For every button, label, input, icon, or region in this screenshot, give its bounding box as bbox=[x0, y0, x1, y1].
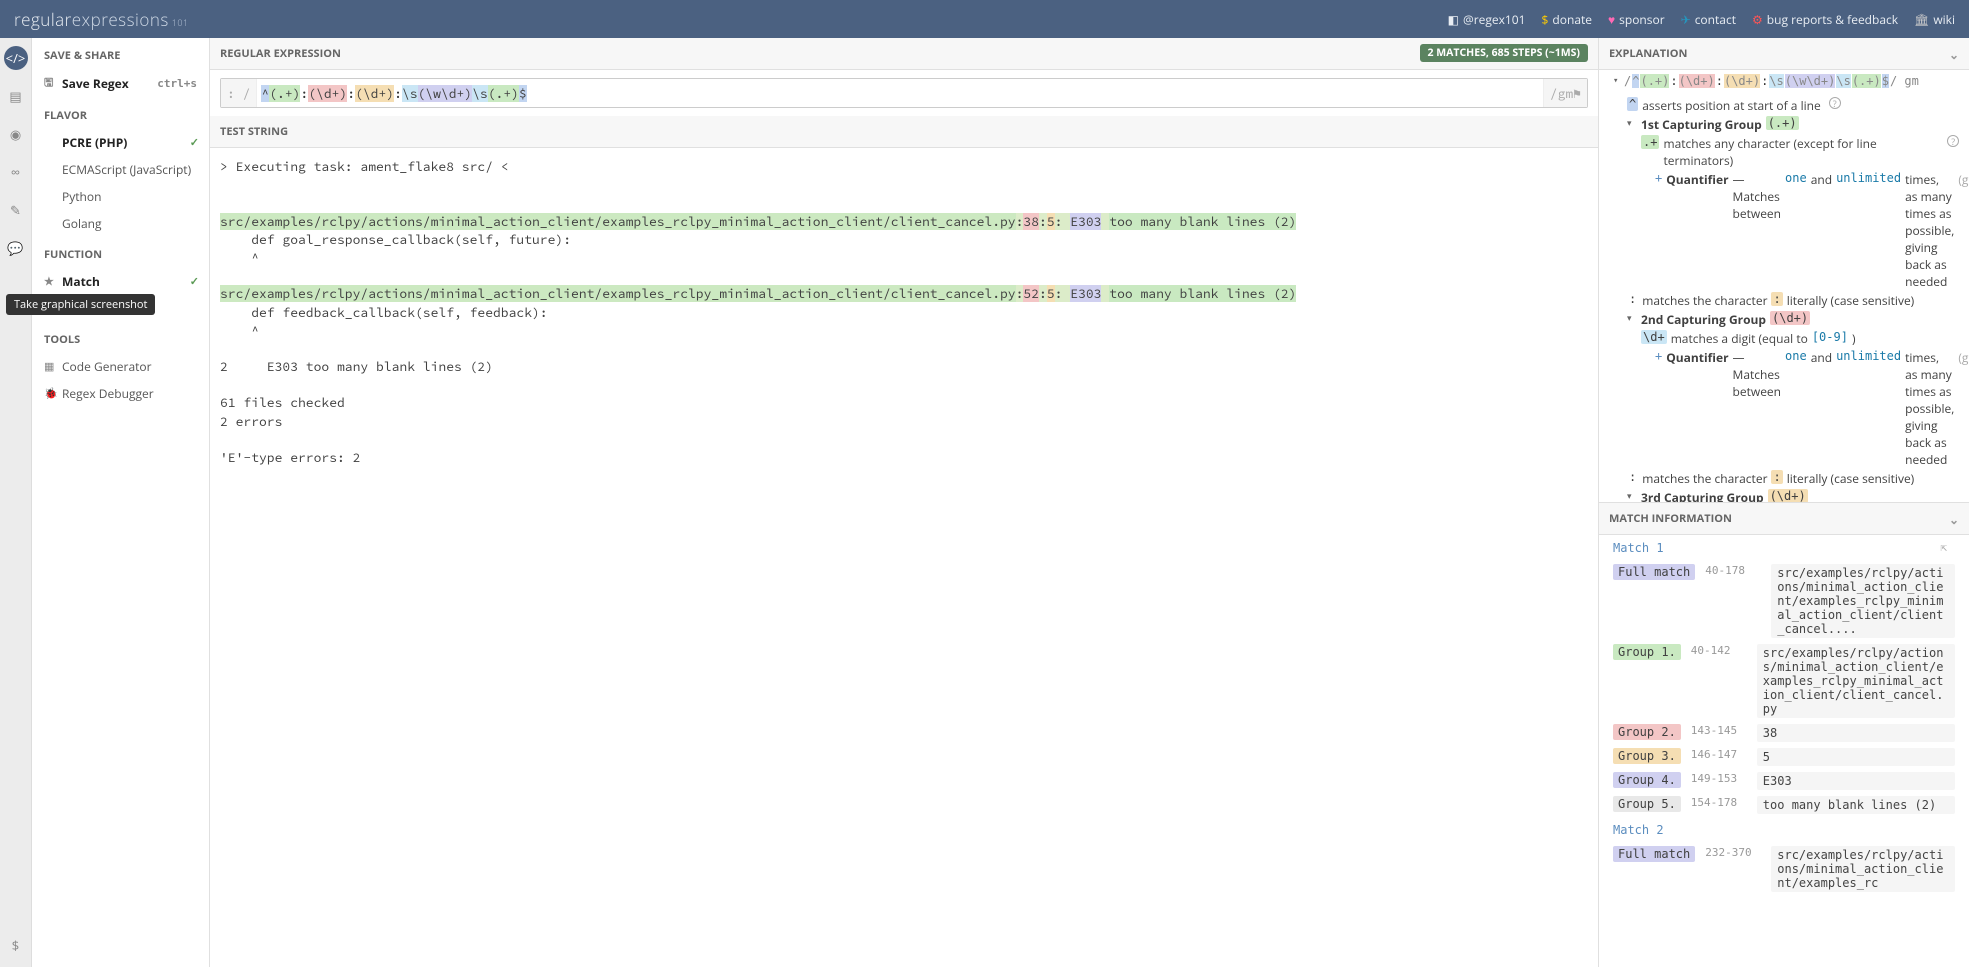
section-title-tools: TOOLS bbox=[32, 322, 209, 353]
regex-token: \s bbox=[402, 85, 418, 102]
sidebar-item-ecmascript-javascript-[interactable]: ECMAScript (JavaScript) bbox=[32, 156, 209, 183]
app-header: regularexpressions101 ◧ @regex101 $ donat… bbox=[0, 0, 1969, 38]
quiz-icon[interactable]: ∞ bbox=[4, 160, 28, 184]
sidebar-item-regex-debugger[interactable]: 🐞Regex Debugger bbox=[32, 380, 209, 407]
screenshot-tooltip: Take graphical screenshot bbox=[6, 294, 155, 315]
match-row: Group 2.143-14538 bbox=[1599, 721, 1969, 745]
regex-editor-icon[interactable]: </> bbox=[4, 46, 28, 70]
match-row: Full match232-370src/examples/rclpy/acti… bbox=[1599, 843, 1969, 895]
regex-token: \s bbox=[472, 85, 488, 102]
explanation-pane: EXPLANATION⌄ ▾ / ^(.+):(\d+):(\d+):\s(\w… bbox=[1599, 38, 1969, 503]
regex-input-bar[interactable]: : / ^(.+):(\d+):(\d+):\s(\w\d+)\s(.+)$ /… bbox=[220, 78, 1588, 108]
regex-token: : bbox=[347, 85, 355, 102]
sidebar-item-golang[interactable]: Golang bbox=[32, 210, 209, 237]
sidebar-item-code-generator[interactable]: ▦Code Generator bbox=[32, 353, 209, 380]
section-title-save: SAVE & SHARE bbox=[32, 38, 209, 69]
section-title-flavor: FLAVOR bbox=[32, 98, 209, 129]
header-link--regex101[interactable]: ◧ @regex101 bbox=[1448, 11, 1526, 28]
chat-icon[interactable]: 💬 bbox=[4, 236, 28, 260]
library-icon[interactable]: ▤ bbox=[4, 84, 28, 108]
regex-token: (.+) bbox=[488, 85, 519, 102]
header-link-donate[interactable]: $ donate bbox=[1542, 11, 1592, 28]
sidebar-item-match[interactable]: ★Match✓ bbox=[32, 268, 209, 295]
regex-token: (\d+) bbox=[355, 85, 394, 102]
header-link-contact[interactable]: ✈ contact bbox=[1681, 11, 1736, 28]
export-icon[interactable]: ⇱ bbox=[1940, 541, 1947, 554]
header-link-wiki[interactable]: 🏛 wiki bbox=[1914, 11, 1955, 28]
collapse-icon[interactable]: ⌄ bbox=[1949, 46, 1959, 63]
regex-token: $ bbox=[519, 85, 527, 102]
match-row: Group 3.146-1475 bbox=[1599, 745, 1969, 769]
match-info-pane: MATCH INFORMATION⌄ Match 1⇱Full match40-… bbox=[1599, 503, 1969, 967]
regex-section-title: REGULAR EXPRESSION 2 matches, 685 steps … bbox=[210, 38, 1598, 70]
regex-token: : bbox=[394, 85, 402, 102]
main-pane: REGULAR EXPRESSION 2 matches, 685 steps … bbox=[210, 38, 1599, 967]
account-icon[interactable]: ◉ bbox=[4, 122, 28, 146]
right-pane: EXPLANATION⌄ ▾ / ^(.+):(\d+):(\d+):\s(\w… bbox=[1599, 38, 1969, 967]
header-link-bug-reports-feedback[interactable]: ⚙ bug reports & feedback bbox=[1752, 11, 1898, 28]
sidebar-item-python[interactable]: Python bbox=[32, 183, 209, 210]
test-section-title: TEST STRING bbox=[210, 116, 1598, 148]
match-row: Group 4.149-153E303 bbox=[1599, 769, 1969, 793]
match-row: Group 1.40-142src/examples/rclpy/actions… bbox=[1599, 641, 1969, 721]
explanation-title: EXPLANATION⌄ bbox=[1599, 38, 1969, 70]
regex-token: (.+) bbox=[269, 85, 300, 102]
collapse-icon[interactable]: ⌄ bbox=[1949, 511, 1959, 528]
match-row: Full match40-178src/examples/rclpy/actio… bbox=[1599, 561, 1969, 641]
test-string-area[interactable]: > Executing task: ament_flake8 src/ < sr… bbox=[210, 148, 1598, 967]
match-row: Group 5.154-178too many blank lines (2) bbox=[1599, 793, 1969, 817]
header-link-sponsor[interactable]: ♥ sponsor bbox=[1608, 11, 1665, 28]
sidebar-item-save-regex[interactable]: 🖫Save Regexctrl+s bbox=[32, 69, 209, 98]
regex-token: ^ bbox=[261, 85, 269, 102]
regex-delim-right: / gm ⚑ bbox=[1543, 79, 1587, 107]
regex-delim-left: : / bbox=[221, 79, 257, 107]
match-header: Match 1⇱ bbox=[1599, 535, 1969, 561]
regex-token: (\w\d+) bbox=[418, 85, 473, 102]
header-links: ◧ @regex101 $ donate ♥ sponsor ✈ contact ⚙ b… bbox=[1448, 11, 1955, 28]
icon-rail: </> ▤ ◉ ∞ ✎ 💬 $ bbox=[0, 38, 32, 967]
regex-body[interactable]: ^(.+):(\d+):(\d+):\s(\w\d+)\s(.+)$ bbox=[257, 85, 1542, 102]
match-header: Match 2 bbox=[1599, 817, 1969, 843]
regex-stats-badge: 2 matches, 685 steps (~1ms) bbox=[1420, 44, 1588, 62]
sidebar: SAVE & SHARE🖫Save Regexctrl+sFLAVORPCRE … bbox=[32, 38, 210, 967]
section-title-function: FUNCTION bbox=[32, 237, 209, 268]
match-info-title: MATCH INFORMATION⌄ bbox=[1599, 503, 1969, 535]
donate-icon[interactable]: $ bbox=[4, 933, 28, 957]
regex-token: (\d+) bbox=[308, 85, 347, 102]
sidebar-item-pcre-php-[interactable]: PCRE (PHP)✓ bbox=[32, 129, 209, 156]
settings-icon[interactable]: ✎ bbox=[4, 198, 28, 222]
logo: regularexpressions101 bbox=[14, 8, 189, 31]
explain-regex-summary: ▾ / ^(.+):(\d+):(\d+):\s(\w\d+)\s(.+)$ /… bbox=[1599, 70, 1969, 92]
regex-token: : bbox=[300, 85, 308, 102]
